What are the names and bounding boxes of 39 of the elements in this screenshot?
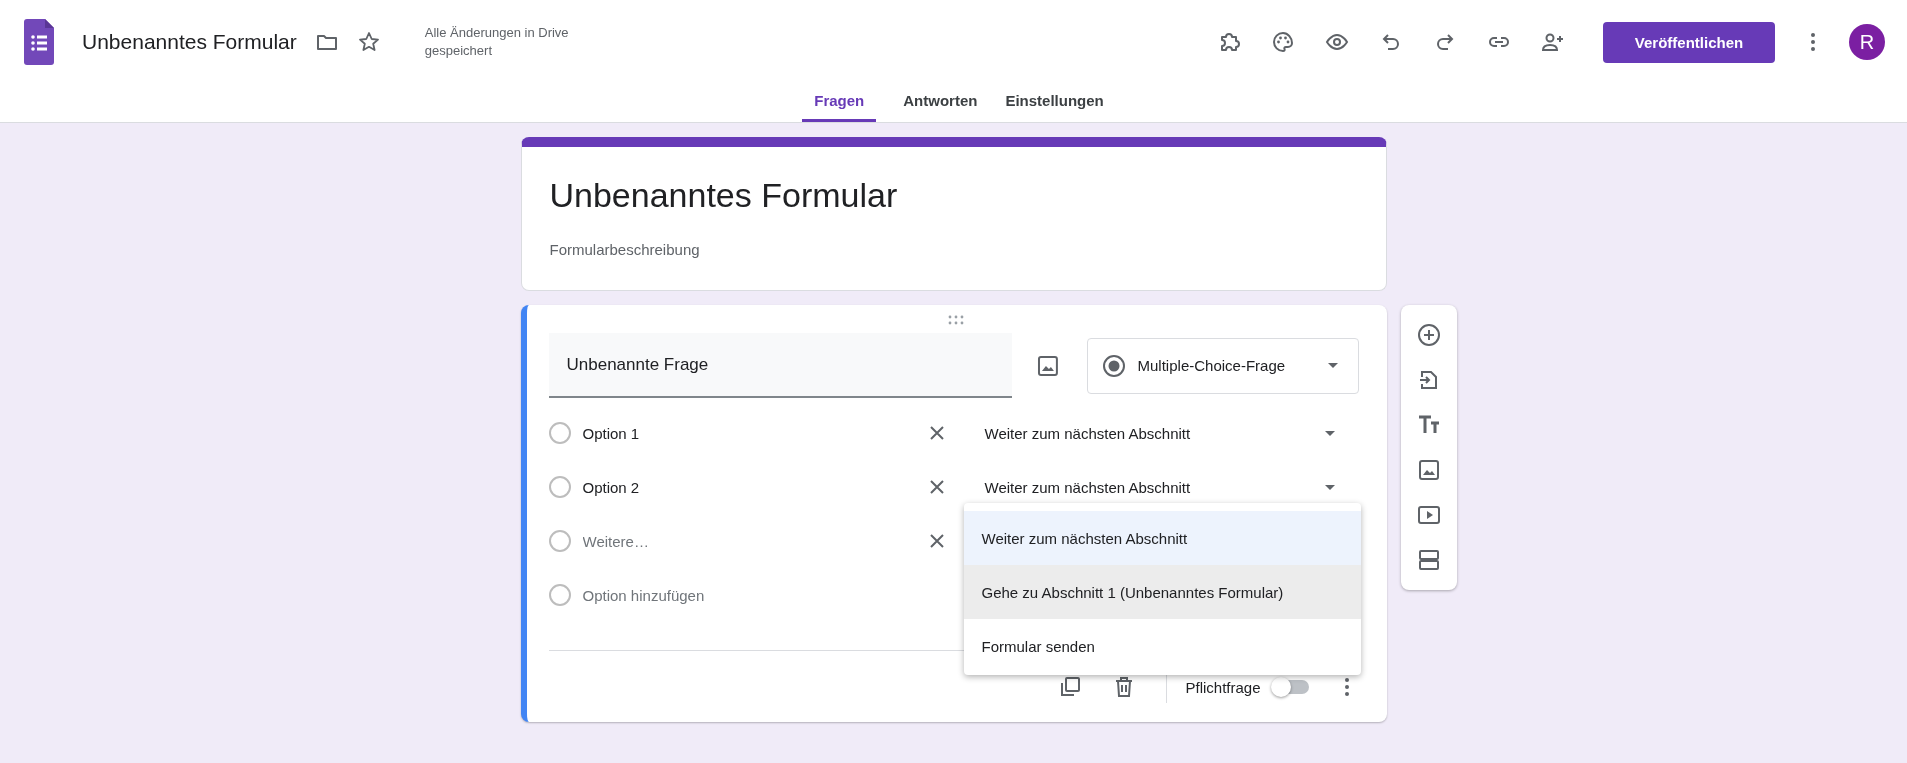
section-dropdown[interactable]: Weiter zum nächsten Abschnitt — [974, 424, 1335, 442]
radio-button[interactable] — [548, 530, 571, 552]
form-title[interactable]: Unbenanntes Formular — [549, 173, 1358, 217]
question-type-dropdown[interactable]: Multiple-Choice-Frage — [1086, 337, 1359, 394]
radio-button[interactable] — [548, 476, 571, 498]
menu-item[interactable]: Formular senden — [963, 619, 1361, 673]
tab[interactable]: Einstellungen — [1004, 84, 1105, 122]
document-title[interactable]: Unbenanntes Formular — [82, 30, 297, 54]
tab[interactable]: Antworten — [902, 84, 979, 122]
copy-icon[interactable] — [1058, 675, 1083, 699]
section-icon[interactable] — [1416, 547, 1441, 572]
avatar[interactable]: R — [1849, 24, 1885, 60]
required-label: Pflichtfrage — [1185, 678, 1261, 696]
menu-item[interactable]: Weiter zum nächsten Abschnitt — [963, 511, 1361, 565]
caret-icon — [1327, 363, 1338, 368]
publish-button[interactable]: Veröffentlichen — [1603, 21, 1775, 63]
question-title-field[interactable]: Unbenannte Frage — [548, 333, 1012, 398]
image-icon[interactable] — [1035, 353, 1060, 378]
option-input-field[interactable]: Weitere… — [582, 532, 925, 550]
section-dropdown[interactable]: Weiter zum nächsten Abschnitt — [974, 478, 1335, 496]
menu-item[interactable]: Gehe zu Abschnitt 1 (Unbenanntes Formular) — [963, 565, 1361, 619]
option-label[interactable]: Option 1 — [582, 424, 925, 442]
required-toggle[interactable] — [1274, 680, 1309, 694]
caret-icon — [1324, 430, 1335, 436]
palette-icon[interactable] — [1271, 30, 1295, 54]
star-icon[interactable] — [356, 30, 381, 54]
radio-button[interactable] — [548, 584, 571, 606]
description-field[interactable]: Formularbeschreibung — [549, 241, 1358, 258]
image-icon[interactable] — [1416, 457, 1441, 482]
radio-button[interactable] — [548, 422, 571, 444]
radio-icon — [1101, 353, 1126, 378]
tab[interactable]: Fragen — [802, 84, 877, 122]
drag-handle-icon[interactable] — [946, 315, 965, 325]
option-label[interactable]: Option 2 — [582, 478, 925, 496]
forms-logo-icon[interactable] — [24, 19, 54, 65]
caret-icon — [1324, 484, 1335, 490]
save-status: Alle Änderungen in Drive gespeichert — [424, 24, 570, 60]
add-circle-icon[interactable] — [1416, 323, 1441, 348]
add-option-link[interactable]: Option hinzufügen — [582, 586, 925, 604]
